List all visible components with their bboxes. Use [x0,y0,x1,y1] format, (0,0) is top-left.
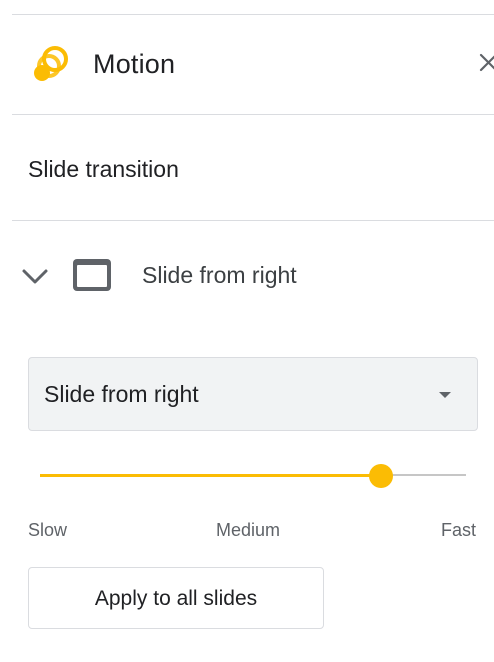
panel-header: Motion [0,16,494,114]
slide-thumbnail-icon [71,254,113,296]
motion-icon [28,44,72,88]
slider-fill [40,474,381,477]
dropdown-arrow-icon [439,392,451,398]
section-divider [12,220,494,221]
slider-thumb[interactable] [369,464,393,488]
transition-type-select[interactable]: Slide from right [28,357,478,431]
select-value: Slide from right [44,381,199,407]
speed-fast-label: Fast [441,520,477,540]
close-icon[interactable] [476,50,494,80]
speed-slider[interactable] [40,460,466,490]
panel-title: Motion [93,49,176,79]
transition-summary-row[interactable]: Slide from right [0,246,494,306]
motion-panel: Motion Slide transition Slide from right… [0,0,494,662]
chevron-down-icon[interactable] [20,262,50,292]
section-heading: Slide transition [28,156,179,182]
header-divider [12,114,494,115]
speed-medium-label: Medium [216,520,281,540]
speed-slow-label: Slow [28,520,68,540]
transition-label: Slide from right [142,262,297,288]
top-divider [12,14,494,15]
apply-to-all-slides-button[interactable]: Apply to all slides [28,567,324,629]
